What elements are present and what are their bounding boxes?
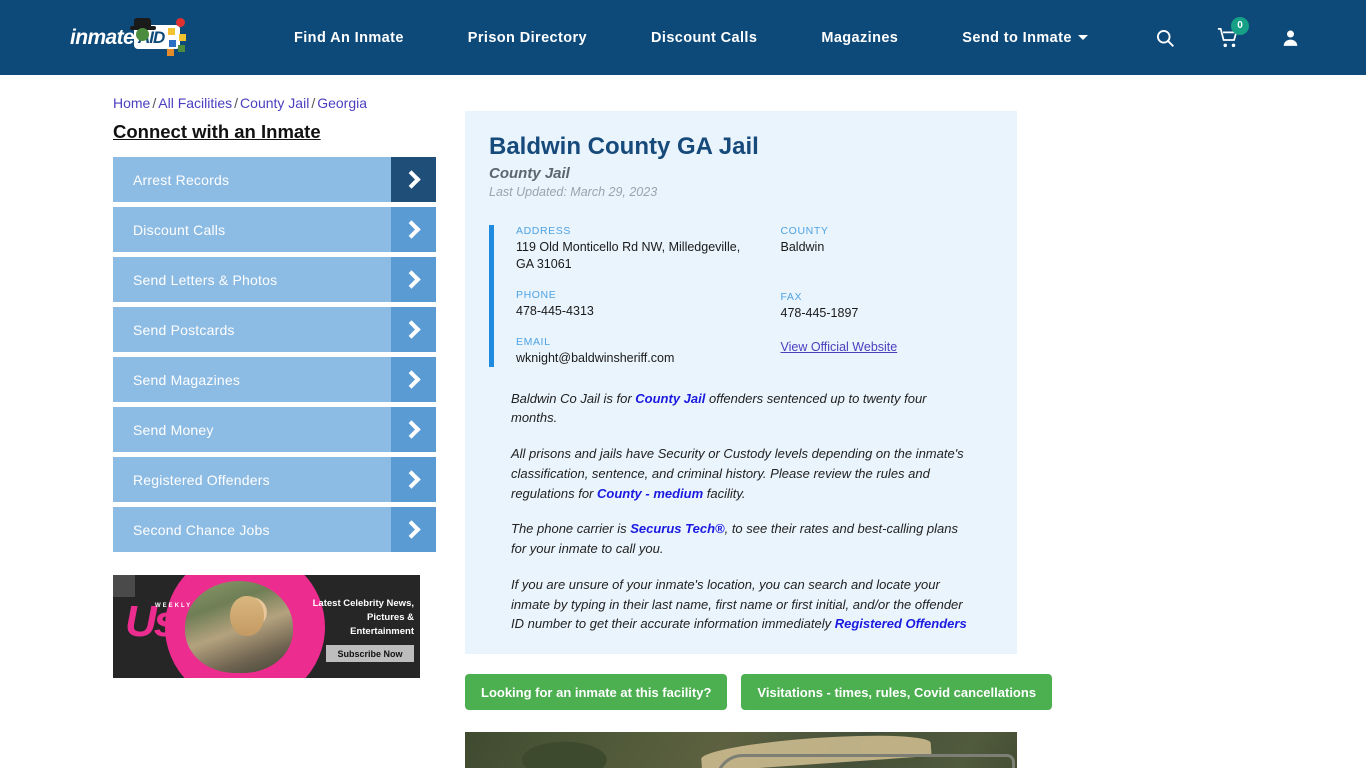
description-paragraph-1: Baldwin Co Jail is for County Jail offen… bbox=[511, 389, 967, 429]
desc1-link-county-jail[interactable]: County Jail bbox=[635, 391, 705, 406]
page-body: Connect with an Inmate Arrest Records Di… bbox=[0, 111, 1366, 768]
county-label: COUNTY bbox=[780, 225, 829, 237]
logo-text: inmate bbox=[70, 25, 135, 49]
chevron-down-icon bbox=[1077, 35, 1088, 41]
breadcrumb: Home / All Facilities / County Jail / Georgia bbox=[113, 95, 1366, 111]
description-paragraph-3: The phone carrier is Securus Tech®, to s… bbox=[511, 519, 967, 559]
facility-type: County Jail bbox=[489, 165, 570, 182]
shopping-cart-icon[interactable]: 0 bbox=[1217, 16, 1249, 49]
facility-info-card: Baldwin County GA Jail County Jail Last … bbox=[465, 111, 1017, 654]
chevron-right-icon bbox=[391, 157, 436, 202]
contact-column-right: COUNTY Baldwin FAX 478-445-1897 View Off… bbox=[755, 225, 994, 367]
main-content: Baldwin County GA Jail County Jail Last … bbox=[465, 111, 1053, 768]
satellite-facility-image bbox=[465, 732, 1017, 768]
breadcrumb-item-all-facilities[interactable]: All Facilities bbox=[158, 95, 232, 111]
description-paragraph-2: All prisons and jails have Security or C… bbox=[511, 444, 967, 503]
phone-label: PHONE bbox=[516, 288, 557, 301]
sidebar-item-discount-calls[interactable]: Discount Calls bbox=[113, 207, 436, 252]
nav-send-to-inmate-label: Send to Inmate bbox=[962, 29, 1072, 46]
ad-brand-sublabel: WEEKLY bbox=[155, 603, 193, 609]
desc2-link-county-medium[interactable]: County - medium bbox=[597, 486, 703, 501]
facility-description: Baldwin Co Jail is for County Jail offen… bbox=[489, 367, 993, 635]
page-title: Baldwin County GA Jail bbox=[489, 133, 759, 160]
sidebar-item-send-letters-photos[interactable]: Send Letters & Photos bbox=[113, 257, 436, 302]
desc1-text-a: Baldwin Co Jail is for bbox=[511, 390, 636, 406]
view-official-website-link[interactable]: View Official Website bbox=[781, 340, 898, 354]
contact-column-left: ADDRESS 119 Old Monticello Rd NW, Milled… bbox=[516, 225, 755, 367]
desc2-text-b: facility. bbox=[703, 485, 746, 501]
chevron-right-icon bbox=[391, 307, 436, 352]
chevron-right-icon bbox=[391, 407, 436, 452]
user-account-icon[interactable] bbox=[1281, 28, 1300, 48]
sidebar-item-send-postcards[interactable]: Send Postcards bbox=[113, 307, 436, 352]
sidebar-item-label: Send Magazines bbox=[133, 371, 241, 388]
fax-label: FAX bbox=[780, 290, 803, 303]
chevron-right-icon bbox=[391, 207, 436, 252]
nav-discount-calls[interactable]: Discount Calls bbox=[651, 30, 757, 46]
desc4-link-registered-offenders[interactable]: Registered Offenders bbox=[835, 616, 967, 631]
phone-value: 478-445-4313 bbox=[516, 303, 594, 318]
fax-value: 478-445-1897 bbox=[780, 305, 859, 320]
breadcrumb-separator: / bbox=[234, 95, 239, 111]
main-nav-links: Find An Inmate Prison Directory Discount… bbox=[294, 30, 1088, 46]
address-value: 119 Old Monticello Rd NW, Milledgeville,… bbox=[516, 240, 741, 271]
ad-subscribe-button[interactable]: Subscribe Now bbox=[326, 645, 414, 662]
sidebar: Connect with an Inmate Arrest Records Di… bbox=[113, 111, 436, 768]
sidebar-item-registered-offenders[interactable]: Registered Offenders bbox=[113, 457, 436, 502]
header-icon-group: 0 bbox=[1155, 0, 1300, 75]
sidebar-item-label: Send Postcards bbox=[133, 321, 235, 338]
chevron-right-icon bbox=[391, 507, 436, 552]
last-updated-text: Last Updated: March 29, 2023 bbox=[489, 185, 658, 199]
sidebar-item-second-chance-jobs[interactable]: Second Chance Jobs bbox=[113, 507, 436, 552]
nav-prison-directory[interactable]: Prison Directory bbox=[468, 30, 587, 46]
desc3-text-a: The phone carrier is bbox=[511, 521, 631, 537]
top-navigation-bar: inmate AID Find An Inmate Prison Directo… bbox=[0, 0, 1366, 75]
chevron-right-icon bbox=[391, 457, 436, 502]
description-paragraph-4: If you are unsure of your inmate's locat… bbox=[511, 575, 967, 634]
sidebar-item-label: Arrest Records bbox=[133, 171, 230, 188]
sidebar-item-send-money[interactable]: Send Money bbox=[113, 407, 436, 452]
address-label: ADDRESS bbox=[516, 225, 571, 237]
satellite-road-loop bbox=[715, 754, 1015, 768]
sidebar-item-send-magazines[interactable]: Send Magazines bbox=[113, 357, 436, 402]
find-inmate-button[interactable]: Looking for an inmate at this facility? bbox=[465, 674, 728, 710]
search-icon[interactable] bbox=[1155, 28, 1175, 48]
ad-corner-marker bbox=[113, 575, 135, 597]
nav-find-an-inmate[interactable]: Find An Inmate bbox=[294, 30, 404, 46]
county-value: Baldwin bbox=[780, 240, 825, 254]
logo-confetti-icon bbox=[166, 17, 190, 58]
sidebar-item-label: Send Letters & Photos bbox=[133, 271, 278, 288]
breadcrumb-item-georgia[interactable]: Georgia bbox=[317, 95, 367, 111]
breadcrumb-item-home[interactable]: Home bbox=[113, 95, 150, 111]
ad-headline: Latest Celebrity News, Pictures & Entert… bbox=[312, 598, 414, 637]
sidebar-title: Connect with an Inmate bbox=[113, 121, 321, 142]
email-label: EMAIL bbox=[516, 335, 551, 348]
breadcrumb-separator: / bbox=[311, 95, 316, 111]
desc3-link-securus-tech[interactable]: Securus Tech® bbox=[630, 521, 724, 536]
cart-count-badge: 0 bbox=[1231, 16, 1249, 35]
sidebar-item-label: Send Money bbox=[133, 421, 214, 438]
sidebar-item-arrest-records[interactable]: Arrest Records bbox=[113, 157, 436, 202]
contact-details-block: ADDRESS 119 Old Monticello Rd NW, Milled… bbox=[489, 225, 993, 367]
nav-send-to-inmate[interactable]: Send to Inmate bbox=[962, 30, 1088, 46]
ad-subscribe-label: Subscribe Now bbox=[337, 648, 403, 659]
breadcrumb-item-county-jail[interactable]: County Jail bbox=[240, 95, 309, 111]
ad-photo bbox=[185, 581, 293, 673]
chevron-right-icon bbox=[391, 257, 436, 302]
nav-magazines[interactable]: Magazines bbox=[821, 30, 898, 46]
cta-button-row: Looking for an inmate at this facility? … bbox=[465, 674, 1053, 710]
sidebar-item-label: Discount Calls bbox=[133, 221, 226, 238]
advertisement-banner[interactable]: Us WEEKLY Latest Celebrity News, Picture… bbox=[113, 575, 420, 678]
chevron-right-icon bbox=[391, 357, 436, 402]
email-value: wknight@baldwinsheriff.com bbox=[516, 350, 675, 365]
sidebar-item-label: Second Chance Jobs bbox=[133, 521, 270, 538]
breadcrumb-separator: / bbox=[152, 95, 157, 111]
site-logo[interactable]: inmate AID bbox=[70, 16, 194, 60]
visitations-button[interactable]: Visitations - times, rules, Covid cancel… bbox=[741, 674, 1053, 710]
sidebar-item-label: Registered Offenders bbox=[133, 471, 270, 488]
logo-face-icon bbox=[136, 27, 149, 41]
